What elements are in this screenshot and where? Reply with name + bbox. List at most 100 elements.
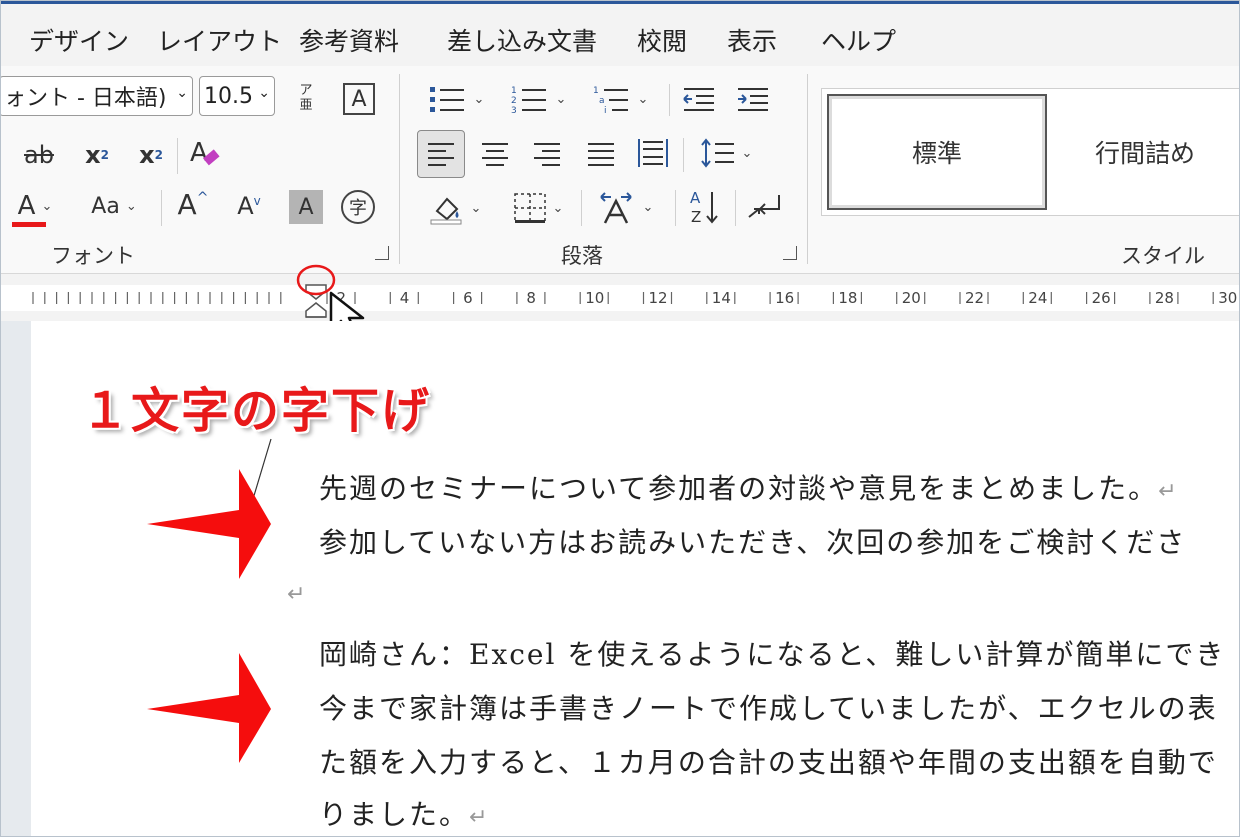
furigana-bottom: 亜 — [299, 98, 313, 113]
svg-text:1: 1 — [511, 86, 517, 96]
divider — [177, 138, 178, 174]
svg-text:i: i — [604, 106, 607, 114]
chevron-down-icon: ⌄ — [258, 85, 270, 101]
character-shading-button[interactable]: A — [289, 190, 323, 224]
character-shading-icon: A — [298, 194, 314, 220]
superscript-icon: x — [139, 141, 155, 169]
sort-icon: A Z — [690, 189, 718, 226]
divider — [399, 74, 400, 264]
enclosed-character-button[interactable]: 字 — [341, 190, 375, 224]
style-normal-label: 標準 — [911, 139, 962, 168]
tab-review[interactable]: 校閲 — [637, 22, 687, 58]
multilevel-list-icon: 1 a i — [593, 86, 628, 114]
ruler-label: 4 — [399, 289, 410, 307]
paragraph-dialog-launcher-icon[interactable] — [783, 246, 797, 260]
ruler-label: 12 — [648, 289, 668, 307]
strikethrough-icon: ab — [24, 141, 54, 169]
tab-help[interactable]: ヘルプ — [821, 22, 896, 58]
font-size-dropdown[interactable]: 10.5 ⌄ — [199, 76, 275, 116]
divider — [807, 74, 808, 264]
align-center-button[interactable] — [475, 136, 515, 172]
increase-indent-icon — [738, 88, 768, 111]
chevron-down-icon: ⌄ — [41, 198, 53, 214]
divider — [675, 190, 676, 226]
divider — [735, 190, 736, 226]
tab-design[interactable]: デザイン — [29, 22, 129, 58]
chevron-down-icon: ⌄ — [741, 145, 753, 161]
phonetic-guide-button[interactable]: ア 亜 — [289, 78, 323, 118]
font-name-dropdown[interactable]: ォント - 日本語) ⌄ — [1, 76, 193, 116]
sort-button[interactable]: A Z — [683, 186, 727, 228]
svg-text:1: 1 — [593, 86, 599, 96]
styles-group-label: スタイル — [1121, 244, 1205, 268]
strikethrough-button[interactable]: ab — [19, 136, 59, 174]
paragraph-shading-button[interactable]: ⌄ — [419, 188, 489, 228]
align-right-icon — [534, 143, 560, 166]
show-formatting-marks-button[interactable] — [743, 186, 787, 228]
justify-icon — [588, 143, 614, 166]
annotation-label: １文字の字下げ — [81, 383, 432, 439]
superscript-button[interactable]: x2 — [131, 136, 171, 174]
divider — [669, 84, 670, 116]
caret-down-icon: v — [253, 194, 261, 208]
doc-line-7: りました。↵ — [319, 793, 489, 833]
numbering-button[interactable]: 1 2 3 ⌄ — [503, 82, 573, 116]
bullets-button[interactable]: ⌄ — [421, 82, 491, 116]
tab-references[interactable]: 参考資料 — [299, 22, 399, 58]
svg-text:3: 3 — [511, 106, 517, 114]
horizontal-ruler[interactable]: 2 4 6 8 10 12 14 16 18 20 22 24 26 28 30 — [1, 264, 1239, 341]
change-case-button[interactable]: Aa ⌄ — [81, 186, 147, 226]
style-normal[interactable]: 標準 — [827, 94, 1047, 210]
paragraph-group-label: 段落 — [561, 244, 603, 268]
formatting-marks-icon — [748, 195, 780, 218]
clear-formatting-icon: A — [190, 138, 220, 168]
ruler-label: 8 — [526, 289, 536, 307]
caret-up-icon: ^ — [196, 190, 209, 206]
doc-line-1-text: 先週のセミナーについて参加者の対談や意見をまとめました。 — [319, 472, 1159, 505]
tab-view[interactable]: 表示 — [727, 22, 777, 58]
shrink-font-button[interactable]: Av — [229, 186, 269, 226]
ruler-label: 22 — [965, 289, 985, 307]
ruler-label: 16 — [775, 289, 795, 307]
doc-line-1: 先週のセミナーについて参加者の対談や意見をまとめました。↵ — [319, 467, 1179, 507]
distributed-button[interactable] — [633, 134, 673, 172]
svg-text:Z: Z — [691, 208, 701, 226]
change-case-icon: Aa — [91, 193, 120, 219]
subscript-icon: x — [85, 141, 101, 169]
shrink-font-icon: A — [237, 192, 254, 220]
doc-line-5: 今まで家計簿は手書きノートで作成していましたが、エクセルの表 — [319, 687, 1218, 727]
font-color-button[interactable]: A ⌄ — [5, 186, 65, 227]
align-center-icon — [482, 143, 508, 166]
align-left-button[interactable] — [417, 130, 465, 178]
text-direction-icon — [599, 192, 632, 224]
ruler-label: 20 — [901, 289, 921, 307]
style-no-spacing-label: 行間詰め — [1094, 139, 1195, 168]
grow-font-icon: A — [177, 187, 197, 221]
subscript-button[interactable]: x2 — [77, 136, 117, 174]
paragraph-mark: ↵ — [287, 582, 308, 607]
svg-text:A: A — [190, 138, 208, 168]
increase-indent-button[interactable] — [733, 82, 773, 116]
enclosed-character-icon: 字 — [349, 198, 367, 219]
tab-layout[interactable]: レイアウト — [157, 22, 282, 58]
justify-button[interactable] — [581, 136, 621, 172]
enclose-characters-button[interactable]: A — [343, 83, 375, 115]
text-direction-button[interactable]: ⌄ — [589, 186, 661, 228]
tab-mailings[interactable]: 差し込み文書 — [447, 22, 597, 58]
style-no-spacing[interactable]: 行間詰め — [1049, 94, 1239, 210]
ribbon-tabs: デザイン レイアウト 参考資料 差し込み文書 校閲 表示 ヘルプ — [1, 4, 1239, 66]
line-spacing-button[interactable]: ⌄ — [691, 134, 761, 172]
chevron-down-icon: ⌄ — [642, 199, 654, 215]
multilevel-list-button[interactable]: 1 a i ⌄ — [585, 82, 655, 116]
decrease-indent-button[interactable] — [679, 82, 719, 116]
clear-formatting-button[interactable]: A — [185, 134, 225, 174]
borders-button[interactable]: ⌄ — [503, 188, 573, 228]
align-right-button[interactable] — [527, 136, 567, 172]
font-dialog-launcher-icon[interactable] — [375, 246, 389, 260]
grow-font-button[interactable]: A ^ — [173, 184, 213, 224]
font-name-value: ォント - 日本語) — [4, 86, 167, 111]
doc-line-2-text: 参加していない方はお読みいただき、次回の参加をご検討くださ — [319, 526, 1187, 559]
ruler-label: 30 — [1218, 289, 1238, 307]
svg-text:a: a — [599, 96, 605, 106]
paint-bucket-icon — [430, 197, 462, 225]
